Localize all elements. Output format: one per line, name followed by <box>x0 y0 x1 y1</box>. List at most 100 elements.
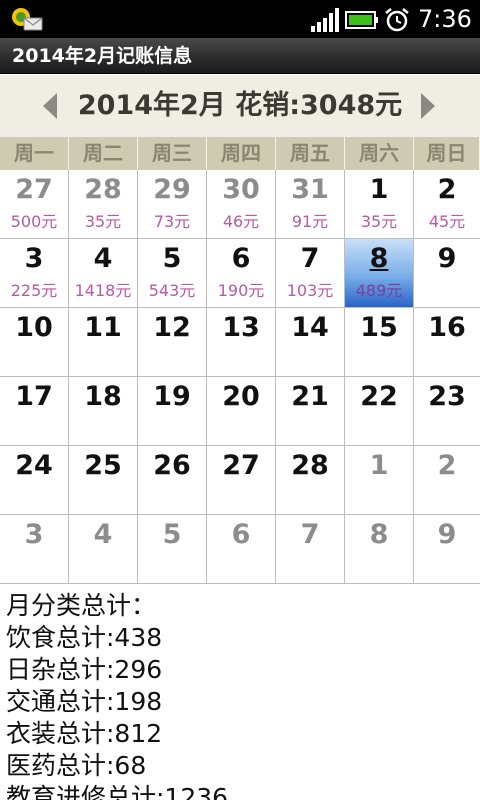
calendar-day-cell[interactable]: 22 <box>345 377 414 446</box>
day-amount: 35元 <box>84 212 122 231</box>
calendar-day-cell[interactable]: 20 <box>207 377 276 446</box>
day-number: 15 <box>360 312 398 343</box>
weekday-label: 周一 <box>0 137 69 170</box>
calendar-day-cell[interactable]: 15 <box>345 308 414 377</box>
calendar-day-cell[interactable]: 1 <box>345 446 414 515</box>
day-number: 28 <box>291 450 329 481</box>
calendar-week-row: 24 25 26 27 28 1 2 <box>0 446 480 515</box>
summary-line-food: 饮食总计:438 <box>6 623 163 652</box>
next-month-arrow-icon[interactable] <box>418 91 438 121</box>
calendar-day-cell[interactable]: 26 <box>138 446 207 515</box>
weekday-label: 周三 <box>138 137 207 170</box>
day-amount: 225元 <box>10 281 58 300</box>
calendar-day-cell[interactable]: 9 <box>414 515 480 584</box>
day-number: 13 <box>222 312 260 343</box>
calendar-day-cell[interactable]: 2 45元 <box>414 170 480 239</box>
alarm-icon <box>385 8 409 32</box>
calendar-day-cell[interactable]: 14 <box>276 308 345 377</box>
calendar-day-cell[interactable]: 7 103元 <box>276 239 345 308</box>
summary-line-daily: 日杂总计:296 <box>6 655 163 684</box>
signal-icon <box>311 8 339 32</box>
calendar-grid: 27 500元 28 35元 29 73元 30 46元 31 91元 1 35元 2 45元 3 225元 4… <box>0 170 480 584</box>
calendar-day-cell[interactable]: 8 <box>345 515 414 584</box>
calendar-day-cell[interactable]: 3 225元 <box>0 239 69 308</box>
day-number: 25 <box>84 450 122 481</box>
day-number: 1 <box>369 174 389 205</box>
day-number: 8 <box>369 243 389 274</box>
summary-heading: 月分类总计： <box>6 591 157 620</box>
calendar-day-cell[interactable]: 31 91元 <box>276 170 345 239</box>
day-number: 17 <box>15 381 53 412</box>
day-number: 14 <box>291 312 329 343</box>
day-number: 7 <box>300 519 320 550</box>
calendar-day-cell[interactable]: 9 <box>414 239 480 308</box>
day-number: 12 <box>153 312 191 343</box>
weekday-label: 周五 <box>276 137 345 170</box>
calendar-week-row: 10 11 12 13 14 15 16 <box>0 308 480 377</box>
day-amount: 73元 <box>153 212 191 231</box>
calendar-day-cell[interactable]: 4 <box>69 515 138 584</box>
calendar-day-cell[interactable]: 12 <box>138 308 207 377</box>
calendar-day-cell[interactable]: 5 543元 <box>138 239 207 308</box>
day-number: 5 <box>162 243 182 274</box>
calendar-day-cell[interactable]: 6 <box>207 515 276 584</box>
day-number: 4 <box>93 519 113 550</box>
day-number: 2 <box>437 450 457 481</box>
calendar-day-cell[interactable]: 30 46元 <box>207 170 276 239</box>
summary-line-clothing: 衣装总计:812 <box>6 719 163 748</box>
day-amount: 46元 <box>222 212 260 231</box>
calendar-day-cell-selected[interactable]: 8 489元 <box>345 239 414 308</box>
calendar-day-cell[interactable]: 29 73元 <box>138 170 207 239</box>
calendar-day-cell[interactable]: 19 <box>138 377 207 446</box>
day-number: 8 <box>369 519 389 550</box>
calendar-day-cell[interactable]: 5 <box>138 515 207 584</box>
day-number: 20 <box>222 381 260 412</box>
month-title: 2014年2月 花销:3048元 <box>77 90 403 121</box>
calendar-day-cell[interactable]: 3 <box>0 515 69 584</box>
day-amount: 489元 <box>355 281 403 300</box>
day-amount: 190元 <box>217 281 265 300</box>
day-number: 3 <box>24 519 44 550</box>
calendar-day-cell[interactable]: 6 190元 <box>207 239 276 308</box>
day-number: 9 <box>437 519 457 550</box>
weekday-label: 周二 <box>69 137 138 170</box>
calendar-day-cell[interactable]: 4 1418元 <box>69 239 138 308</box>
day-number: 26 <box>153 450 191 481</box>
weekday-label: 周六 <box>345 137 414 170</box>
weekday-label: 周日 <box>414 137 480 170</box>
day-number: 5 <box>162 519 182 550</box>
calendar-day-cell[interactable]: 23 <box>414 377 480 446</box>
calendar-day-cell[interactable]: 21 <box>276 377 345 446</box>
day-number: 23 <box>428 381 466 412</box>
calendar-day-cell[interactable]: 11 <box>69 308 138 377</box>
day-number: 27 <box>15 174 53 205</box>
day-number: 29 <box>153 174 191 205</box>
calendar-day-cell[interactable]: 18 <box>69 377 138 446</box>
day-number: 9 <box>437 243 457 274</box>
calendar-day-cell[interactable]: 7 <box>276 515 345 584</box>
day-number: 4 <box>93 243 113 274</box>
calendar-day-cell[interactable]: 28 35元 <box>69 170 138 239</box>
calendar-day-cell[interactable]: 13 <box>207 308 276 377</box>
day-number: 28 <box>84 174 122 205</box>
day-amount: 103元 <box>286 281 334 300</box>
day-amount: 45元 <box>428 212 466 231</box>
status-bar: 7:36 <box>0 0 480 38</box>
calendar-day-cell[interactable]: 28 <box>276 446 345 515</box>
calendar-day-cell[interactable]: 10 <box>0 308 69 377</box>
day-amount: 35元 <box>360 212 398 231</box>
calendar-week-row: 3 225元 4 1418元 5 543元 6 190元 7 103元 8 489元 9 <box>0 239 480 308</box>
calendar-day-cell[interactable]: 27 500元 <box>0 170 69 239</box>
calendar-day-cell[interactable]: 16 <box>414 308 480 377</box>
calendar-day-cell[interactable]: 25 <box>69 446 138 515</box>
day-amount: 1418元 <box>74 281 132 300</box>
day-number: 19 <box>153 381 191 412</box>
calendar-day-cell[interactable]: 17 <box>0 377 69 446</box>
calendar-day-cell[interactable]: 1 35元 <box>345 170 414 239</box>
calendar-day-cell[interactable]: 2 <box>414 446 480 515</box>
calendar-day-cell[interactable]: 27 <box>207 446 276 515</box>
day-number: 30 <box>222 174 260 205</box>
day-number: 21 <box>291 381 329 412</box>
calendar-day-cell[interactable]: 24 <box>0 446 69 515</box>
day-number: 2 <box>437 174 457 205</box>
